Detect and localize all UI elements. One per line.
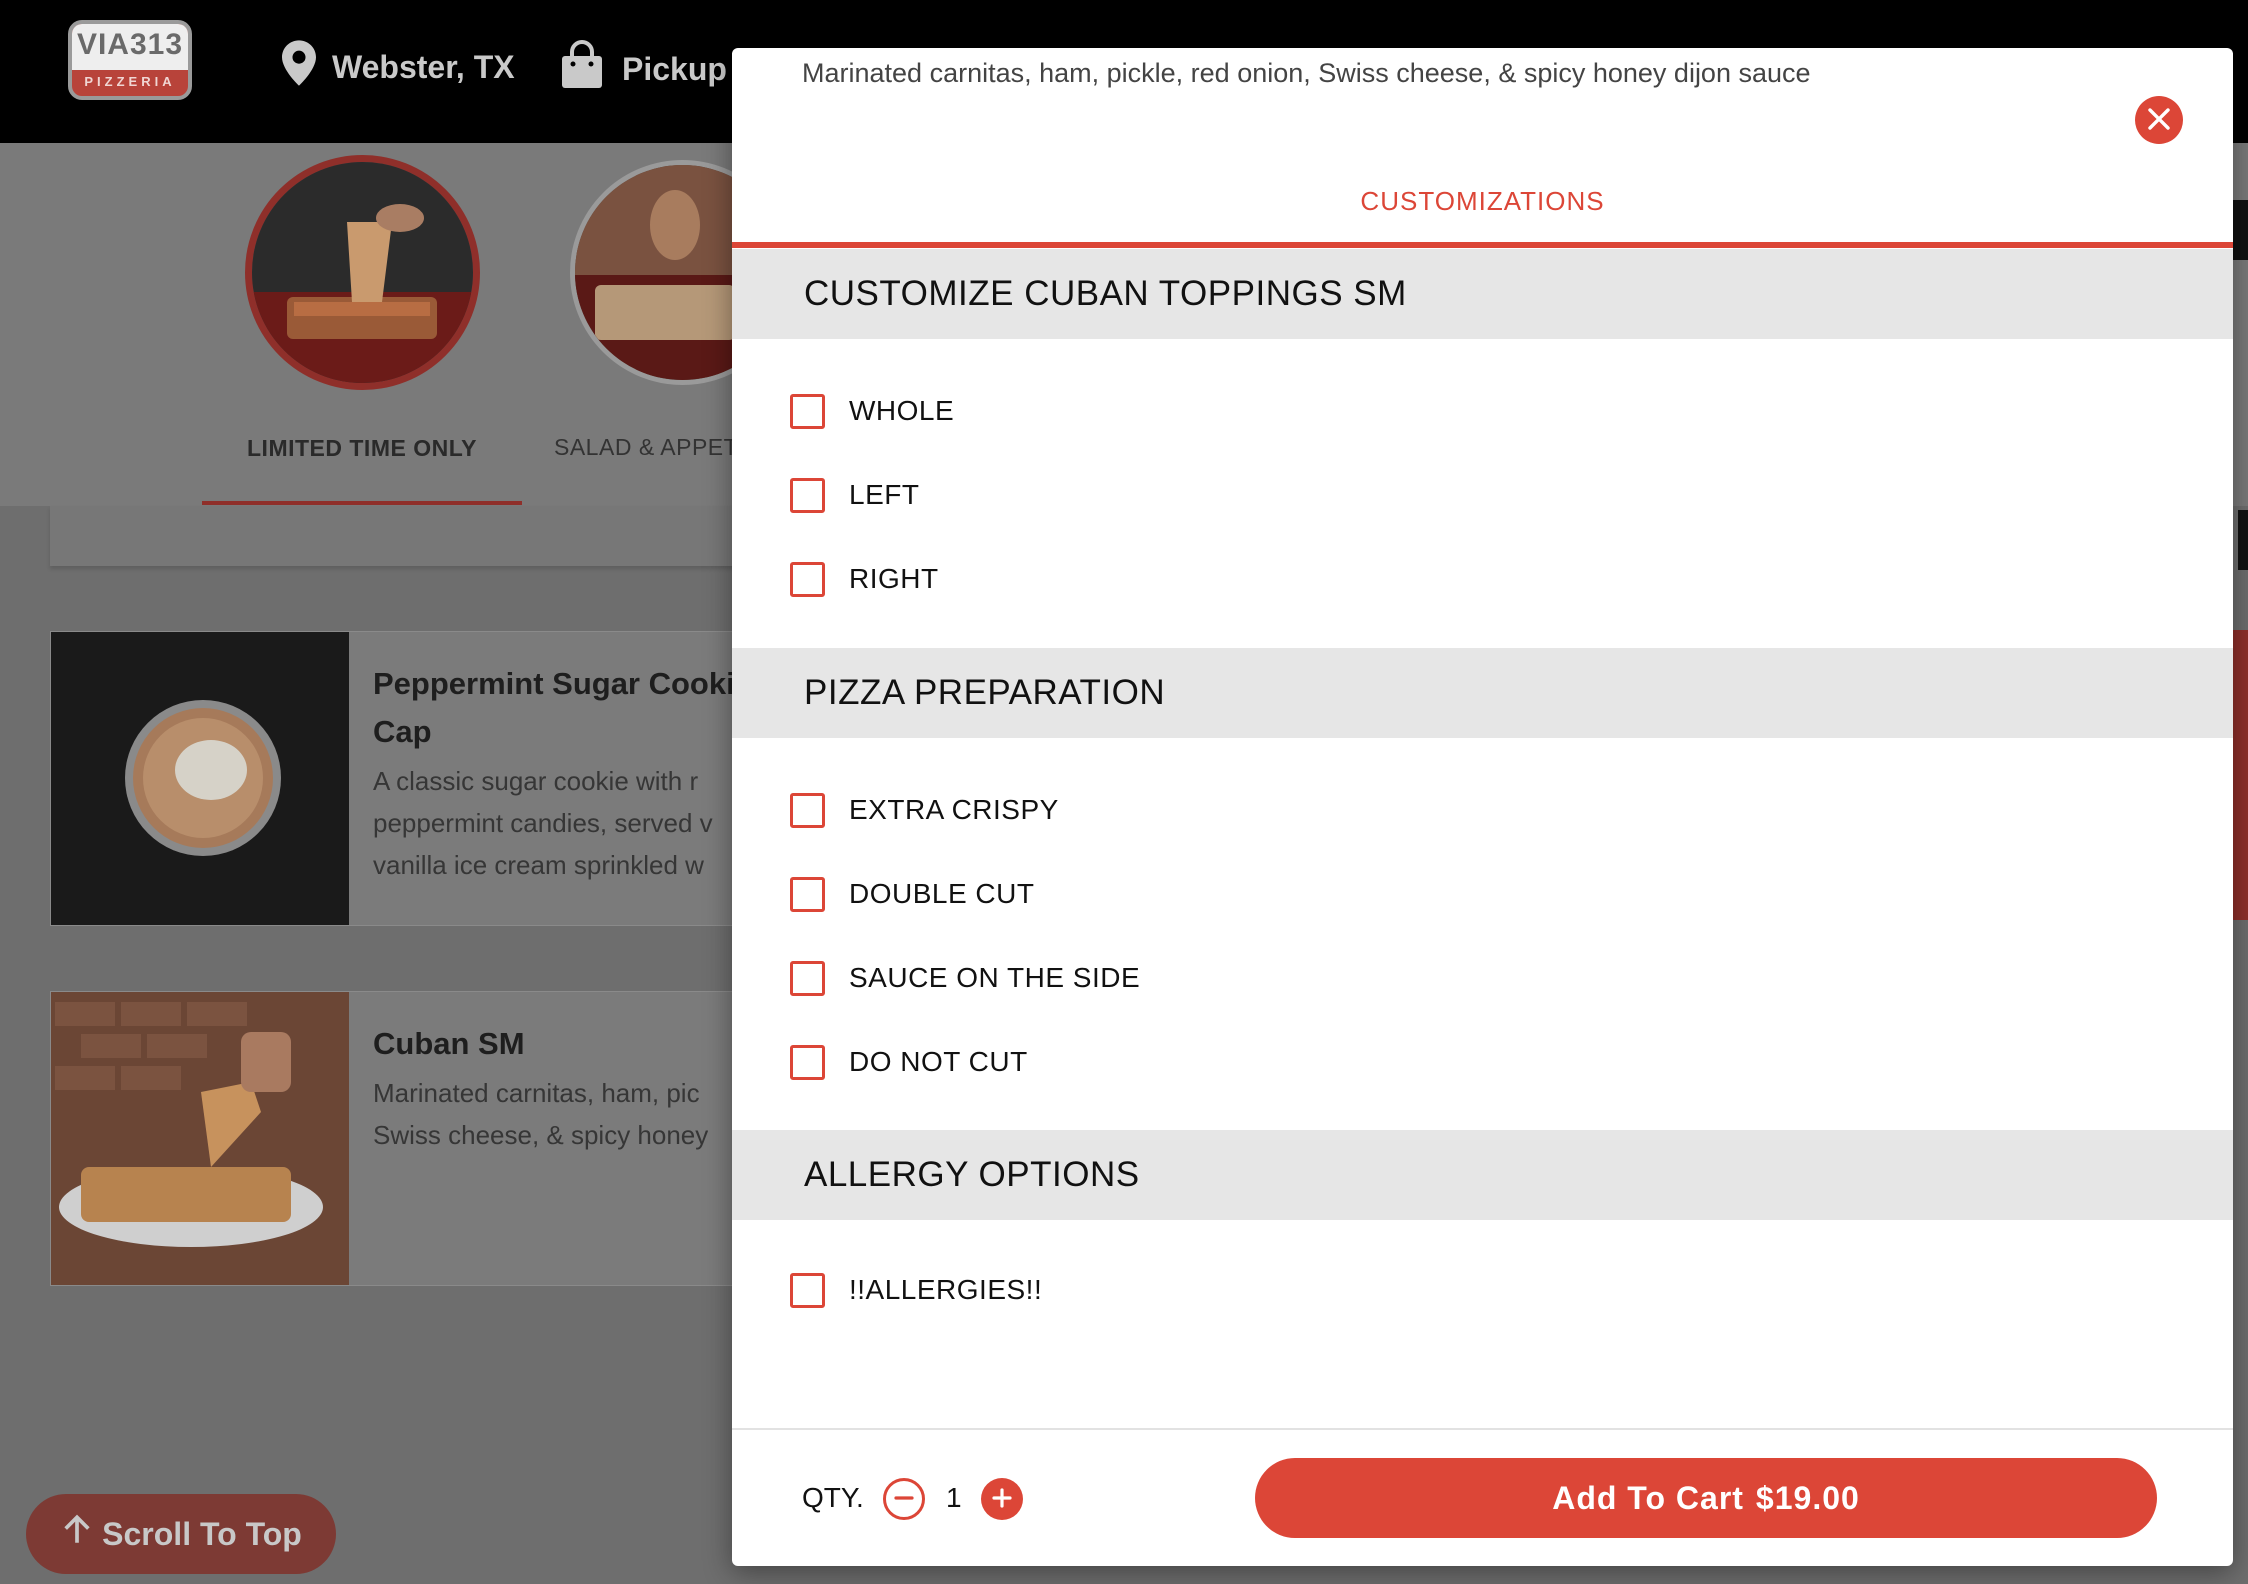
option-label: SAUCE ON THE SIDE [849, 962, 1141, 993]
logo-text: VIA313 [76, 28, 184, 61]
section-header-preparation: PIZZA PREPARATION [732, 648, 2233, 738]
option-label: !!ALLERGIES!! [849, 1274, 1043, 1305]
shopping-bag-icon [558, 40, 606, 98]
menu-item-desc-line: A classic sugar cookie with r [373, 766, 699, 796]
option-do-not-cut[interactable]: DO NOT CUT [790, 1042, 1028, 1082]
menu-item-desc-line: Marinated carnitas, ham, pic [373, 1078, 700, 1108]
menu-filter-panel [50, 506, 790, 566]
checkbox[interactable] [790, 1272, 825, 1308]
tab-customizations[interactable]: CUSTOMIZATIONS [732, 186, 2233, 217]
decrease-quantity-button[interactable] [883, 1478, 925, 1520]
menu-item-desc-line: vanilla ice cream sprinkled w [373, 850, 704, 880]
option-label: RIGHT [849, 563, 939, 594]
category-limited-time-image[interactable] [245, 155, 480, 390]
add-to-cart-button[interactable]: Add To Cart $19.00 [1255, 1458, 2157, 1538]
option-whole[interactable]: WHOLE [790, 391, 954, 431]
minus-icon [893, 1487, 915, 1512]
active-category-underline [202, 501, 522, 505]
checkbox[interactable] [790, 477, 825, 513]
option-extra-crispy[interactable]: EXTRA CRISPY [790, 790, 1059, 830]
location-selector[interactable]: Webster, TX [282, 40, 515, 94]
plus-icon [991, 1487, 1013, 1512]
section-header-allergy: ALLERGY OPTIONS [732, 1130, 2233, 1220]
footer-divider [732, 1428, 2233, 1430]
menu-item-description: Marinated carnitas, ham, pic Swiss chees… [373, 1072, 708, 1156]
menu-item-image [51, 632, 349, 925]
option-sauce-on-side[interactable]: SAUCE ON THE SIDE [790, 958, 1140, 998]
menu-item-text: Peppermint Sugar Cooki Cap A classic sug… [349, 632, 735, 925]
option-right[interactable]: RIGHT [790, 559, 939, 599]
option-label: LEFT [849, 479, 920, 510]
option-left[interactable]: LEFT [790, 475, 919, 515]
category-label-salad[interactable]: SALAD & APPET [554, 434, 738, 461]
menu-item-description: A classic sugar cookie with r peppermint… [373, 760, 735, 886]
checkbox[interactable] [790, 393, 825, 429]
checkbox[interactable] [790, 561, 825, 597]
menu-item-desc-line: peppermint candies, served v [373, 808, 713, 838]
checkbox[interactable] [790, 876, 825, 912]
order-type-label: Pickup [622, 50, 727, 87]
option-label: WHOLE [849, 395, 955, 426]
item-description: Marinated carnitas, ham, pickle, red oni… [802, 58, 1811, 88]
option-label: DOUBLE CUT [849, 878, 1035, 909]
via313-logo[interactable]: VIA313 PIZZERIA [68, 20, 192, 100]
scroll-to-top-button[interactable]: Scroll To Top [26, 1494, 336, 1574]
logo-subtext: PIZZERIA [84, 74, 176, 89]
option-allergies[interactable]: !!ALLERGIES!! [790, 1270, 1042, 1310]
map-pin-icon [282, 40, 316, 94]
location-label: Webster, TX [332, 48, 515, 85]
arrow-up-icon [60, 1513, 94, 1555]
close-modal-button[interactable] [2135, 96, 2183, 144]
menu-item-desc-line: Swiss cheese, & spicy honey [373, 1120, 709, 1150]
quantity-label: QTY. [802, 1482, 864, 1513]
section-header-toppings: CUSTOMIZE CUBAN TOPPINGS SM [732, 249, 2233, 339]
option-label: EXTRA CRISPY [849, 794, 1059, 825]
order-type-selector[interactable]: Pickup [558, 40, 727, 98]
menu-item-title-cont: Cap [373, 714, 432, 749]
menu-item-text: Cuban SM Marinated carnitas, ham, pic Sw… [349, 992, 708, 1285]
menu-item-image [51, 992, 349, 1285]
menu-item-card[interactable]: Cuban SM Marinated carnitas, ham, pic Sw… [50, 991, 790, 1286]
quantity-value: 1 [946, 1482, 962, 1513]
price-label: $19.00 [1755, 1479, 1860, 1516]
category-label-limited-time[interactable]: LIMITED TIME ONLY [247, 435, 477, 462]
tab-underline [732, 242, 2233, 248]
option-double-cut[interactable]: DOUBLE CUT [790, 874, 1034, 914]
menu-item-card[interactable]: Peppermint Sugar Cooki Cap A classic sug… [50, 631, 790, 926]
option-label: DO NOT CUT [849, 1046, 1028, 1077]
customization-modal: Marinated carnitas, ham, pickle, red oni… [732, 48, 2233, 1566]
menu-item-title: Peppermint Sugar Cooki [373, 666, 735, 701]
menu-item-title: Cuban SM [373, 1026, 525, 1061]
checkbox[interactable] [790, 1044, 825, 1080]
checkbox[interactable] [790, 792, 825, 828]
scroll-to-top-label: Scroll To Top [102, 1515, 302, 1552]
add-to-cart-label: Add To Cart [1552, 1479, 1744, 1516]
close-icon [2146, 106, 2172, 135]
increase-quantity-button[interactable] [981, 1478, 1023, 1520]
checkbox[interactable] [790, 960, 825, 996]
